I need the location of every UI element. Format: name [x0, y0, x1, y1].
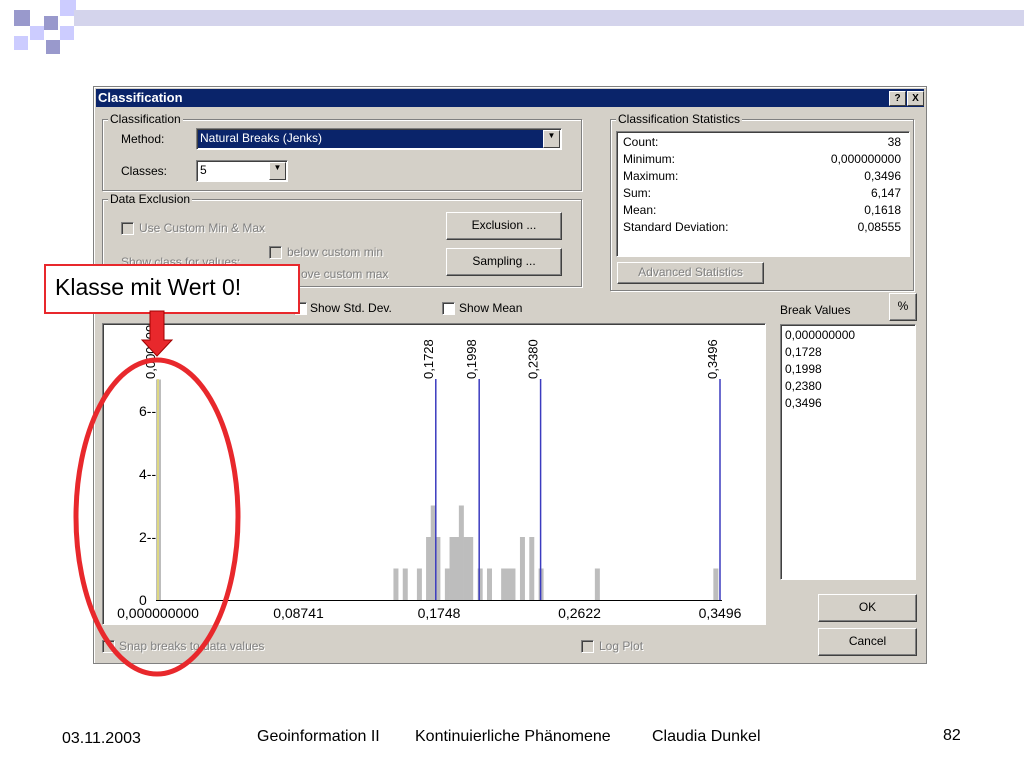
footer-topic: Kontinuierliche Phänomene — [415, 728, 611, 745]
footer-page: 82 — [943, 727, 961, 744]
annotation-ellipse — [73, 357, 241, 677]
annotation-overlay — [73, 310, 241, 677]
footer-author: Claudia Dunkel — [652, 728, 761, 745]
footer-course: Geoinformation II — [257, 728, 380, 745]
annotation-arrow — [140, 310, 174, 357]
footer-date: 03.11.2003 — [62, 730, 141, 747]
